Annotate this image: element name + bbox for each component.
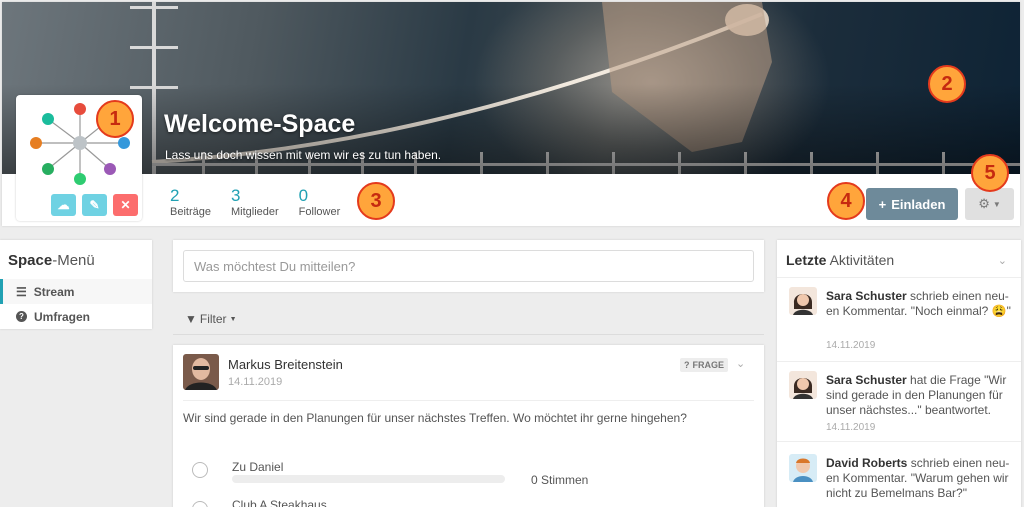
annotation-marker-4: 4: [827, 182, 865, 220]
question-circle-icon: ?: [684, 360, 690, 370]
activity-user: David Roberts: [826, 456, 908, 470]
annotation-marker-5: 5: [971, 154, 1009, 192]
post-author[interactable]: Markus Breitenstein: [228, 357, 343, 372]
post-date[interactable]: 14.11.2019: [228, 376, 282, 388]
question-circle-icon: ?: [16, 311, 27, 322]
bars-icon: ☰: [16, 284, 27, 299]
space-menu: Space-Menü ☰ Stream ? Umfragen: [0, 240, 152, 329]
space-description: Lass uns doch wissen mit wem wir es zu t…: [165, 148, 442, 162]
post-text: Wir sind gerade in den Planungen für uns…: [183, 411, 687, 425]
stat-label: Beiträge: [170, 206, 211, 218]
space-title: Welcome-Space: [164, 110, 356, 138]
activity-text: Sara Schuster schrieb einen neu-en Komme…: [826, 289, 1013, 319]
activity-date: 14.11.2019: [826, 340, 876, 351]
avatar[interactable]: [789, 454, 817, 482]
post-options-chevron-icon[interactable]: ⌄: [736, 357, 745, 370]
menu-item-stream[interactable]: ☰ Stream: [0, 279, 152, 304]
plus-icon: +: [878, 196, 887, 212]
question-badge: ? FRAGE: [680, 358, 728, 372]
menu-item-label: Stream: [33, 284, 75, 299]
poll-option-bar: [232, 475, 505, 483]
activity-date: 14.11.2019: [826, 422, 876, 433]
poll-option-radio[interactable]: [192, 501, 208, 507]
annotation-marker-1: 1: [96, 100, 134, 138]
poll-option-label: Zu Daniel: [232, 460, 284, 474]
activity-item[interactable]: David Roberts schrieb einen neu-en Komme…: [777, 441, 1021, 507]
delete-image-button[interactable]: ✕: [113, 194, 138, 216]
edit-image-button[interactable]: ✎: [82, 194, 107, 216]
activities-title-rest: Aktivitäten: [826, 252, 895, 268]
poll-post: Markus Breitenstein 14.11.2019 ? FRAGE ⌄…: [173, 345, 764, 507]
poll-option-label: Club A Steakhaus: [232, 498, 327, 507]
stat-members[interactable]: 3 Mitglieder: [230, 186, 279, 219]
filter-label: Filter: [199, 312, 227, 326]
space-settings-button[interactable]: ⚙ ▼: [965, 188, 1014, 220]
stat-value: 3: [230, 186, 241, 205]
activity-text: David Roberts schrieb einen neu-en Komme…: [826, 456, 1013, 501]
stream-divider: [173, 334, 764, 335]
annotation-marker-3: 3: [357, 182, 395, 220]
badge-label: FRAGE: [692, 360, 725, 370]
post-composer: [173, 240, 764, 292]
menu-item-umfragen[interactable]: ? Umfragen: [0, 304, 152, 329]
space-stats: 2 Beiträge 3 Mitglieder 0 Follower: [170, 186, 341, 219]
avatar-actions: ☁ ✎ ✕: [51, 194, 138, 216]
filter-dropdown[interactable]: ▼ Filter ▼: [185, 312, 237, 326]
menu-title: Space-Menü: [8, 252, 95, 269]
activity-item[interactable]: Sara Schuster schrieb einen neu-en Komme…: [777, 277, 1021, 361]
stat-value: 0: [298, 186, 309, 205]
banner-fade: [2, 84, 1020, 174]
stat-posts[interactable]: 2 Beiträge: [170, 186, 211, 219]
menu-title-bold: Space: [8, 252, 53, 269]
author-avatar[interactable]: [183, 354, 219, 390]
caret-down-icon: ▼: [992, 199, 1001, 209]
cloud-upload-icon: ☁: [57, 198, 70, 212]
space-banner-image[interactable]: [2, 2, 1020, 174]
edit-icon: ✎: [89, 198, 100, 212]
activity-user: Sara Schuster: [826, 289, 907, 303]
stat-value: 2: [170, 186, 180, 205]
stat-followers[interactable]: 0 Follower: [298, 186, 341, 219]
invite-button[interactable]: + Einladen: [866, 188, 958, 220]
stat-label: Mitglieder: [230, 206, 279, 218]
collapse-chevron-icon[interactable]: ⌄: [998, 254, 1007, 267]
activities-title: Letzte Aktivitäten: [786, 252, 894, 268]
latest-activities: Letzte Aktivitäten ⌄ Sara Schuster schri…: [777, 240, 1021, 507]
activity-item[interactable]: Sara Schuster hat die Frage "Wir sind ge…: [777, 361, 1021, 441]
menu-title-rest: -Menü: [52, 252, 95, 269]
close-icon: ✕: [120, 198, 131, 212]
avatar[interactable]: [789, 371, 817, 399]
avatar[interactable]: [789, 287, 817, 315]
gear-icon: ⚙: [978, 196, 990, 211]
activity-text: Sara Schuster hat die Frage "Wir sind ge…: [826, 373, 1013, 418]
annotation-marker-2: 2: [928, 65, 966, 103]
post-input[interactable]: [183, 250, 754, 282]
poll-option-votes: 0 Stimmen: [531, 473, 589, 487]
upload-image-button[interactable]: ☁: [51, 194, 76, 216]
poll-option-radio[interactable]: [192, 462, 208, 478]
space-header: Welcome-Space Lass uns doch wissen mit w…: [2, 2, 1020, 226]
menu-item-label: Umfragen: [34, 309, 91, 324]
stat-label: Follower: [298, 206, 341, 218]
invite-label: Einladen: [891, 196, 946, 212]
caret-down-icon: ▼: [229, 315, 237, 323]
activity-user: Sara Schuster: [826, 373, 907, 387]
activities-title-bold: Letzte: [786, 252, 827, 268]
filter-icon: ▼: [185, 312, 197, 326]
post-separator: [183, 400, 754, 401]
